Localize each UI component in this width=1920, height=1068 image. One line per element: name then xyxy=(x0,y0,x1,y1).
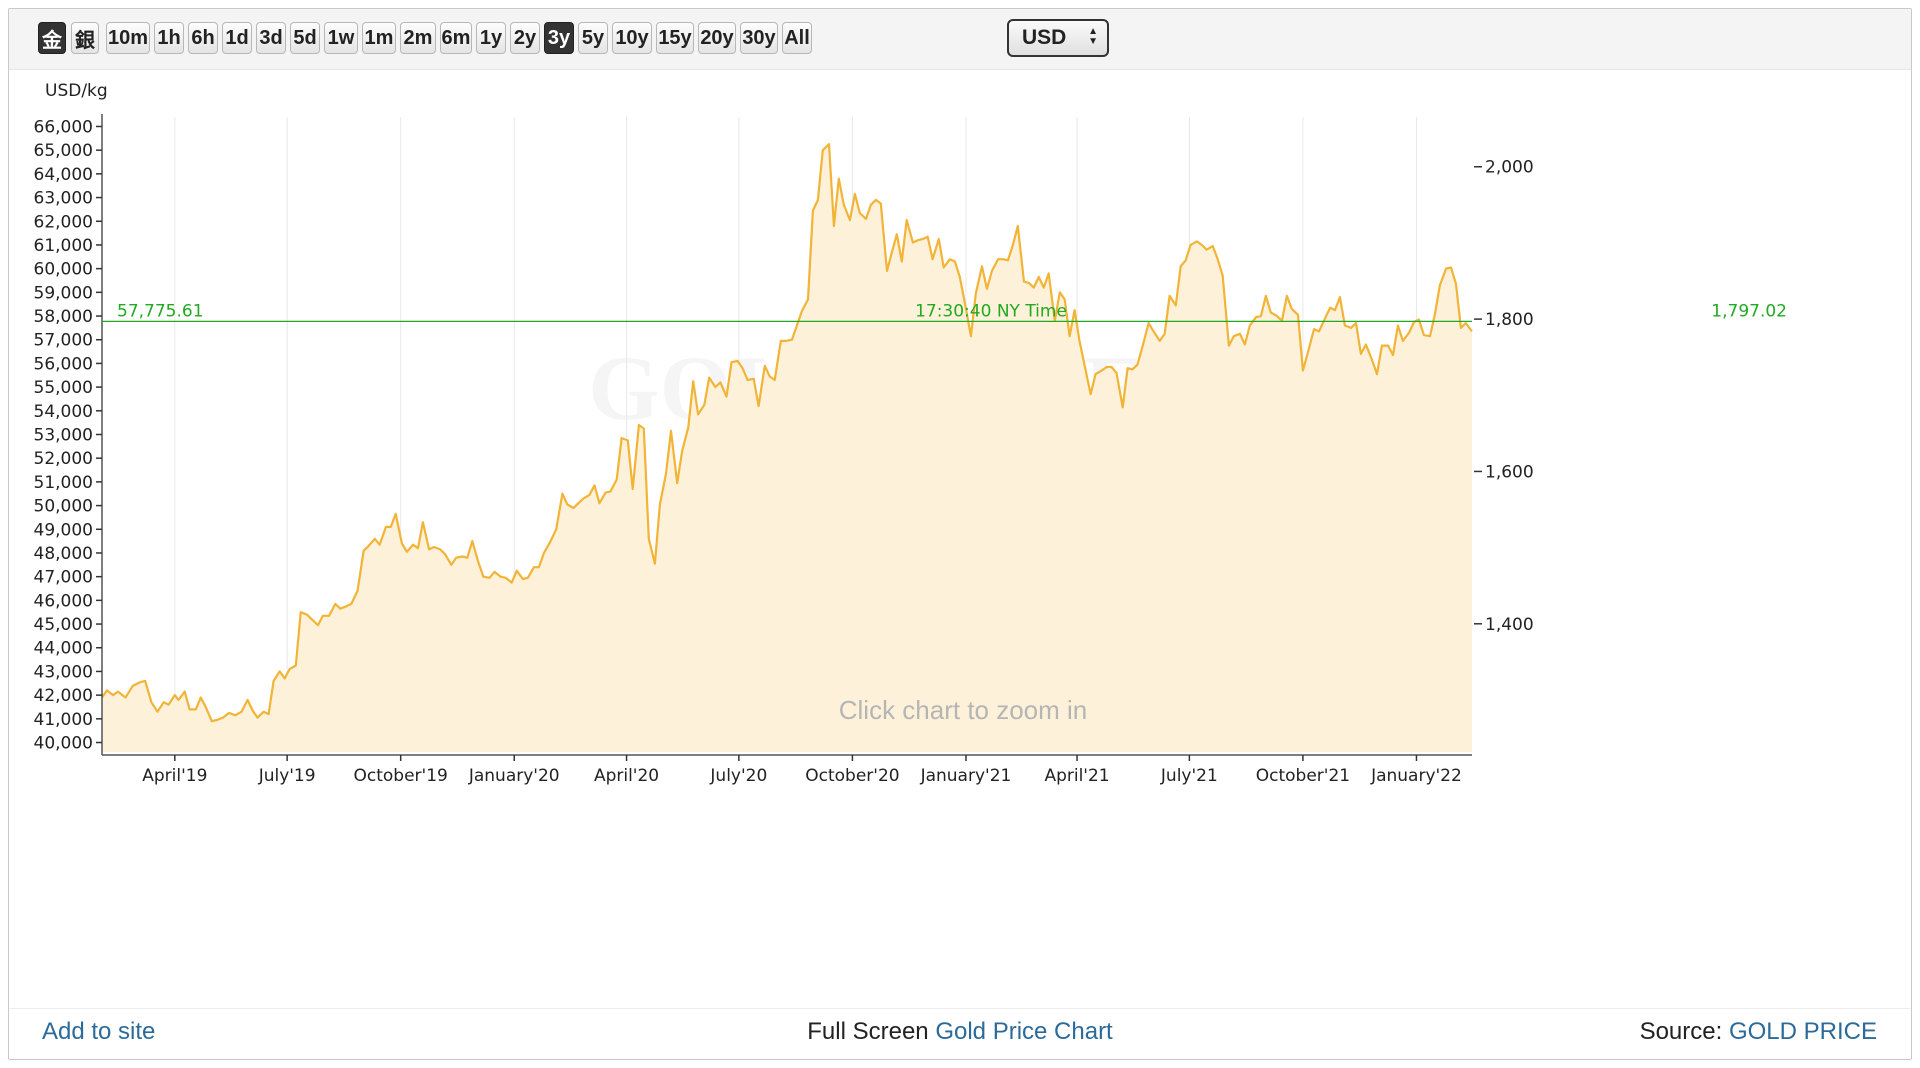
gold-price-chart[interactable]: GOLDPRICE.ORG USD/kg 66,00065,00064,0006… xyxy=(9,9,1911,999)
x-tick-label: October'20 xyxy=(805,766,899,786)
y-tick-label: 49,000 xyxy=(34,520,93,540)
y-tick-label: 40,000 xyxy=(34,734,93,754)
y-tick-label: 53,000 xyxy=(34,426,93,446)
zoom-hint: Click chart to zoom in xyxy=(839,695,1088,725)
chart-widget: 金銀 10m 1h 6h 1d 3d 5d 1w 1m 2m 6m 1y 2y 3y 5y 10y 15y 20y… xyxy=(8,8,1912,1060)
y-tick-label: 50,000 xyxy=(34,497,93,517)
current-price-right-label: 1,797.02 xyxy=(1711,301,1787,321)
x-tick-label: July'21 xyxy=(1160,766,1218,786)
full-screen-chart-link[interactable]: Gold Price Chart xyxy=(935,1018,1112,1045)
y-tick-label: 63,000 xyxy=(34,189,93,209)
y2-tick-label: 1,400 xyxy=(1485,615,1534,635)
current-time-label: 17:30:40 NY Time xyxy=(915,301,1067,321)
chart-footer: Add to site Full Screen Gold Price Chart… xyxy=(9,1008,1911,1062)
y-tick-label: 58,000 xyxy=(34,307,93,327)
source-link[interactable]: GOLD PRICE xyxy=(1729,1018,1877,1045)
x-tick-label: October'21 xyxy=(1256,766,1350,786)
source-prefix: Source: xyxy=(1639,1018,1723,1045)
source-text: Source: GOLD PRICE xyxy=(1640,1018,1877,1046)
y-tick-label: 66,000 xyxy=(34,117,93,137)
y-tick-label: 65,000 xyxy=(34,141,93,161)
y-tick-label: 59,000 xyxy=(34,283,93,303)
y-tick-label: 42,000 xyxy=(34,686,93,706)
y-tick-label: 55,000 xyxy=(34,378,93,398)
y-tick-label: 44,000 xyxy=(34,639,93,659)
y-tick-label: 64,000 xyxy=(34,165,93,185)
current-price-group: 57,775.61 17:30:40 NY Time 1,797.02 xyxy=(102,301,1787,322)
x-tick-label: January'20 xyxy=(468,766,560,786)
y-tick-label: 56,000 xyxy=(34,354,93,374)
y-tick-label: 48,000 xyxy=(34,544,93,564)
x-tick-label: April'21 xyxy=(1044,766,1109,786)
x-tick-label: April'20 xyxy=(594,766,659,786)
y-tick-label: 43,000 xyxy=(34,662,93,682)
price-area xyxy=(101,143,1473,752)
y2-tick-label: 1,600 xyxy=(1485,462,1534,482)
x-tick-label: July'19 xyxy=(258,766,316,786)
y-tick-label: 41,000 xyxy=(34,710,93,730)
x-tick-label: January'22 xyxy=(1370,766,1462,786)
y-tick-label: 54,000 xyxy=(34,402,93,422)
y2-tick-label: 2,000 xyxy=(1485,158,1534,178)
x-tick-label: July'20 xyxy=(709,766,767,786)
y-tick-label: 46,000 xyxy=(34,591,93,611)
y-tick-label: 61,000 xyxy=(34,236,93,256)
y-tick-label: 62,000 xyxy=(34,212,93,232)
x-tick-label: April'19 xyxy=(142,766,207,786)
y2-tick-label: 1,800 xyxy=(1485,310,1534,330)
full-screen-text: Full Screen Gold Price Chart xyxy=(9,1018,1911,1046)
y-tick-label: 57,000 xyxy=(34,331,93,351)
y-tick-label: 60,000 xyxy=(34,260,93,280)
x-tick-label: January'21 xyxy=(920,766,1012,786)
y-tick-label: 47,000 xyxy=(34,568,93,588)
full-screen-prefix: Full Screen xyxy=(807,1018,929,1045)
y-axis-unit-label: USD/kg xyxy=(45,81,108,101)
y-tick-label: 51,000 xyxy=(34,473,93,493)
y-tick-label: 52,000 xyxy=(34,449,93,469)
current-price-left-label: 57,775.61 xyxy=(117,301,204,321)
y-tick-label: 45,000 xyxy=(34,615,93,635)
x-tick-label: October'19 xyxy=(354,766,448,786)
price-area-fill xyxy=(102,144,1472,752)
